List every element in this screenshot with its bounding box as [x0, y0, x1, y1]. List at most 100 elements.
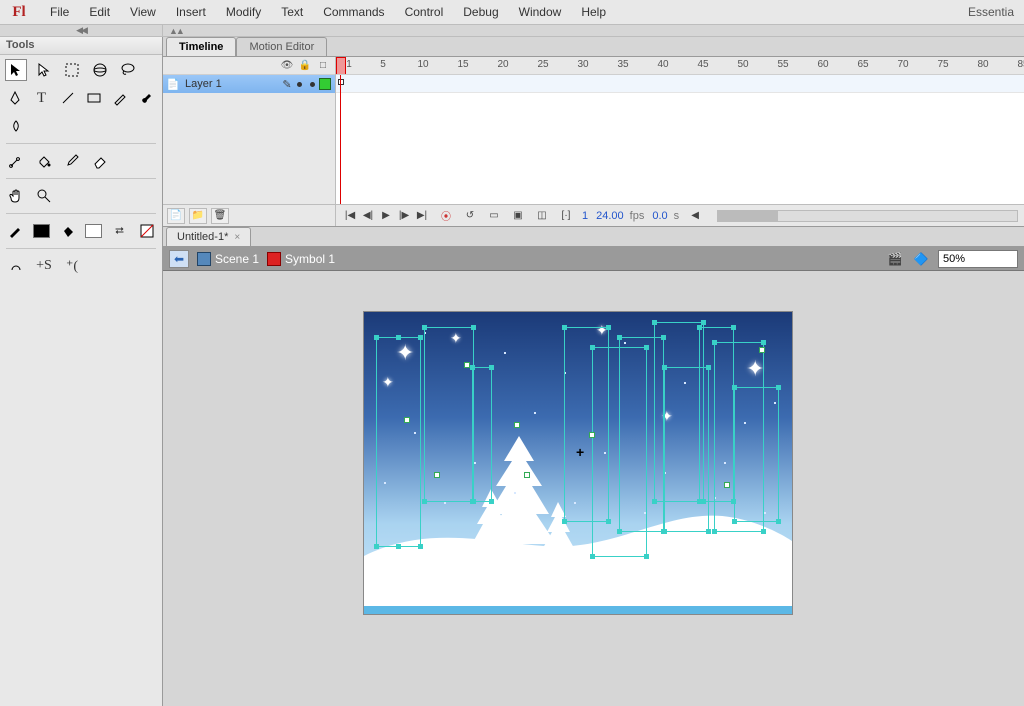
- ruler-tick: 80: [968, 59, 998, 70]
- modify-markers-button[interactable]: [·]: [558, 209, 574, 223]
- straighten-option-icon[interactable]: ⁺(: [62, 256, 82, 276]
- layer-visible-dot[interactable]: [297, 82, 302, 87]
- visibility-column-icon[interactable]: 👁: [281, 60, 293, 72]
- frames-row[interactable]: [336, 75, 1024, 93]
- fps-unit-label: fps: [630, 210, 645, 222]
- menu-file[interactable]: File: [40, 1, 79, 23]
- selection-box[interactable]: [376, 337, 421, 547]
- menu-text[interactable]: Text: [271, 1, 313, 23]
- timeline-frames-area[interactable]: 1510152025303540455055606570758085 |◀ ◀|: [336, 57, 1024, 226]
- hand-tool-icon[interactable]: [6, 186, 26, 206]
- bone-tool-icon[interactable]: [6, 151, 26, 171]
- menu-debug[interactable]: Debug: [453, 1, 508, 23]
- fill-color-swatch[interactable]: [85, 224, 102, 238]
- onion-skin-button[interactable]: ▭: [486, 209, 502, 223]
- symbol-name: Symbol 1: [285, 252, 335, 266]
- app-logo-icon: Fl: [4, 2, 34, 22]
- swap-colors-icon[interactable]: ⮂: [110, 221, 129, 241]
- menu-insert[interactable]: Insert: [166, 1, 216, 23]
- smooth-option-icon[interactable]: +S: [34, 256, 54, 276]
- menu-modify[interactable]: Modify: [216, 1, 271, 23]
- edit-scene-icon[interactable]: 🎬: [886, 250, 904, 268]
- elapsed-time-value[interactable]: 0.0: [652, 210, 667, 222]
- snap-to-object-icon[interactable]: [6, 256, 26, 276]
- eyedropper-tool-icon[interactable]: [62, 151, 82, 171]
- subselection-tool-icon[interactable]: [34, 60, 54, 80]
- back-button[interactable]: ⬅: [169, 250, 189, 268]
- selection-tool-icon[interactable]: [6, 60, 26, 80]
- 3d-rotation-tool-icon[interactable]: [90, 60, 110, 80]
- layer-outline-color[interactable]: [319, 78, 331, 90]
- document-tab[interactable]: Untitled-1* ×: [166, 227, 251, 246]
- goto-first-frame-button[interactable]: |◀: [342, 209, 358, 223]
- goto-last-frame-button[interactable]: ▶|: [414, 209, 430, 223]
- brush-tool-icon[interactable]: [138, 88, 156, 108]
- collapse-timeline-icon[interactable]: ▲▲: [169, 26, 183, 36]
- selection-box[interactable]: [734, 387, 779, 522]
- stroke-color-swatch[interactable]: [33, 224, 50, 238]
- selection-box[interactable]: [472, 367, 492, 502]
- stroke-color-icon[interactable]: [6, 221, 25, 241]
- tab-motion-editor[interactable]: Motion Editor: [236, 37, 327, 56]
- current-frame-value[interactable]: 1: [582, 210, 588, 222]
- onion-skin-outlines-button[interactable]: ▣: [510, 209, 526, 223]
- zoom-level-input[interactable]: [938, 250, 1018, 268]
- step-back-button[interactable]: ◀|: [360, 209, 376, 223]
- lasso-tool-icon[interactable]: [118, 60, 138, 80]
- tab-timeline[interactable]: Timeline: [166, 37, 236, 56]
- zoom-tool-icon[interactable]: [34, 186, 54, 206]
- pen-tool-icon[interactable]: [6, 88, 24, 108]
- step-forward-button[interactable]: |▶: [396, 209, 412, 223]
- breadcrumb-symbol[interactable]: Symbol 1: [267, 252, 335, 266]
- new-folder-button[interactable]: 📁: [189, 208, 207, 224]
- playhead-line: [340, 75, 341, 204]
- selection-box[interactable]: [424, 327, 474, 502]
- text-tool-icon[interactable]: T: [32, 88, 50, 108]
- keyframe-icon[interactable]: [338, 79, 344, 85]
- timeline-ruler[interactable]: 1510152025303540455055606570758085: [336, 57, 1024, 75]
- menu-help[interactable]: Help: [571, 1, 616, 23]
- fill-color-icon[interactable]: [58, 221, 77, 241]
- line-tool-icon[interactable]: [59, 88, 77, 108]
- pencil-tool-icon[interactable]: [111, 88, 129, 108]
- edit-symbol-icon[interactable]: 🔷: [912, 250, 930, 268]
- layer-row[interactable]: 📄 Layer 1 ✎: [163, 75, 335, 93]
- scroll-left-button[interactable]: ◀: [687, 209, 703, 223]
- no-color-icon[interactable]: [137, 221, 156, 241]
- collapse-tools-icon[interactable]: ◀◀: [76, 25, 86, 36]
- center-frame-button[interactable]: ⦿: [438, 209, 454, 223]
- lock-column-icon[interactable]: 🔒: [299, 60, 311, 72]
- registration-point-icon: +: [576, 444, 584, 460]
- play-button[interactable]: ▶: [378, 209, 394, 223]
- panel-collapse-row: ◀◀ ▲▲: [0, 25, 1024, 37]
- menu-view[interactable]: View: [120, 1, 166, 23]
- timeline-scrollbar[interactable]: [717, 210, 1018, 222]
- edit-multiple-frames-button[interactable]: ◫: [534, 209, 550, 223]
- ruler-tick: 15: [448, 59, 478, 70]
- workspace-switcher[interactable]: Essentia: [962, 1, 1020, 23]
- eraser-tool-icon[interactable]: [90, 151, 110, 171]
- ruler-tick: 20: [488, 59, 518, 70]
- delete-layer-button[interactable]: 🗑: [211, 208, 229, 224]
- menu-edit[interactable]: Edit: [79, 1, 120, 23]
- rectangle-tool-icon[interactable]: [85, 88, 103, 108]
- paint-bucket-tool-icon[interactable]: [34, 151, 54, 171]
- close-document-icon[interactable]: ×: [234, 232, 240, 243]
- stage-area[interactable]: ✦ ✦ ✦ ✦ ✦ ✦: [163, 271, 1024, 706]
- timeline-panel: 👁 🔒 □ 📄 Layer 1 ✎: [163, 57, 1024, 227]
- ruler-tick: 5: [368, 59, 398, 70]
- menu-control[interactable]: Control: [395, 1, 454, 23]
- menu-commands[interactable]: Commands: [313, 1, 394, 23]
- free-transform-tool-icon[interactable]: [62, 60, 82, 80]
- stage-canvas[interactable]: ✦ ✦ ✦ ✦ ✦ ✦: [363, 311, 793, 615]
- layer-lock-dot[interactable]: [310, 82, 315, 87]
- loop-button[interactable]: ↺: [462, 209, 478, 223]
- fps-value[interactable]: 24.00: [596, 210, 624, 222]
- ruler-tick: 85: [1008, 59, 1024, 70]
- ruler-tick: 35: [608, 59, 638, 70]
- deco-tool-icon[interactable]: [6, 116, 26, 136]
- outline-column-icon[interactable]: □: [317, 60, 329, 72]
- menu-window[interactable]: Window: [509, 1, 572, 23]
- breadcrumb-scene[interactable]: Scene 1: [197, 252, 259, 266]
- new-layer-button[interactable]: 📄: [167, 208, 185, 224]
